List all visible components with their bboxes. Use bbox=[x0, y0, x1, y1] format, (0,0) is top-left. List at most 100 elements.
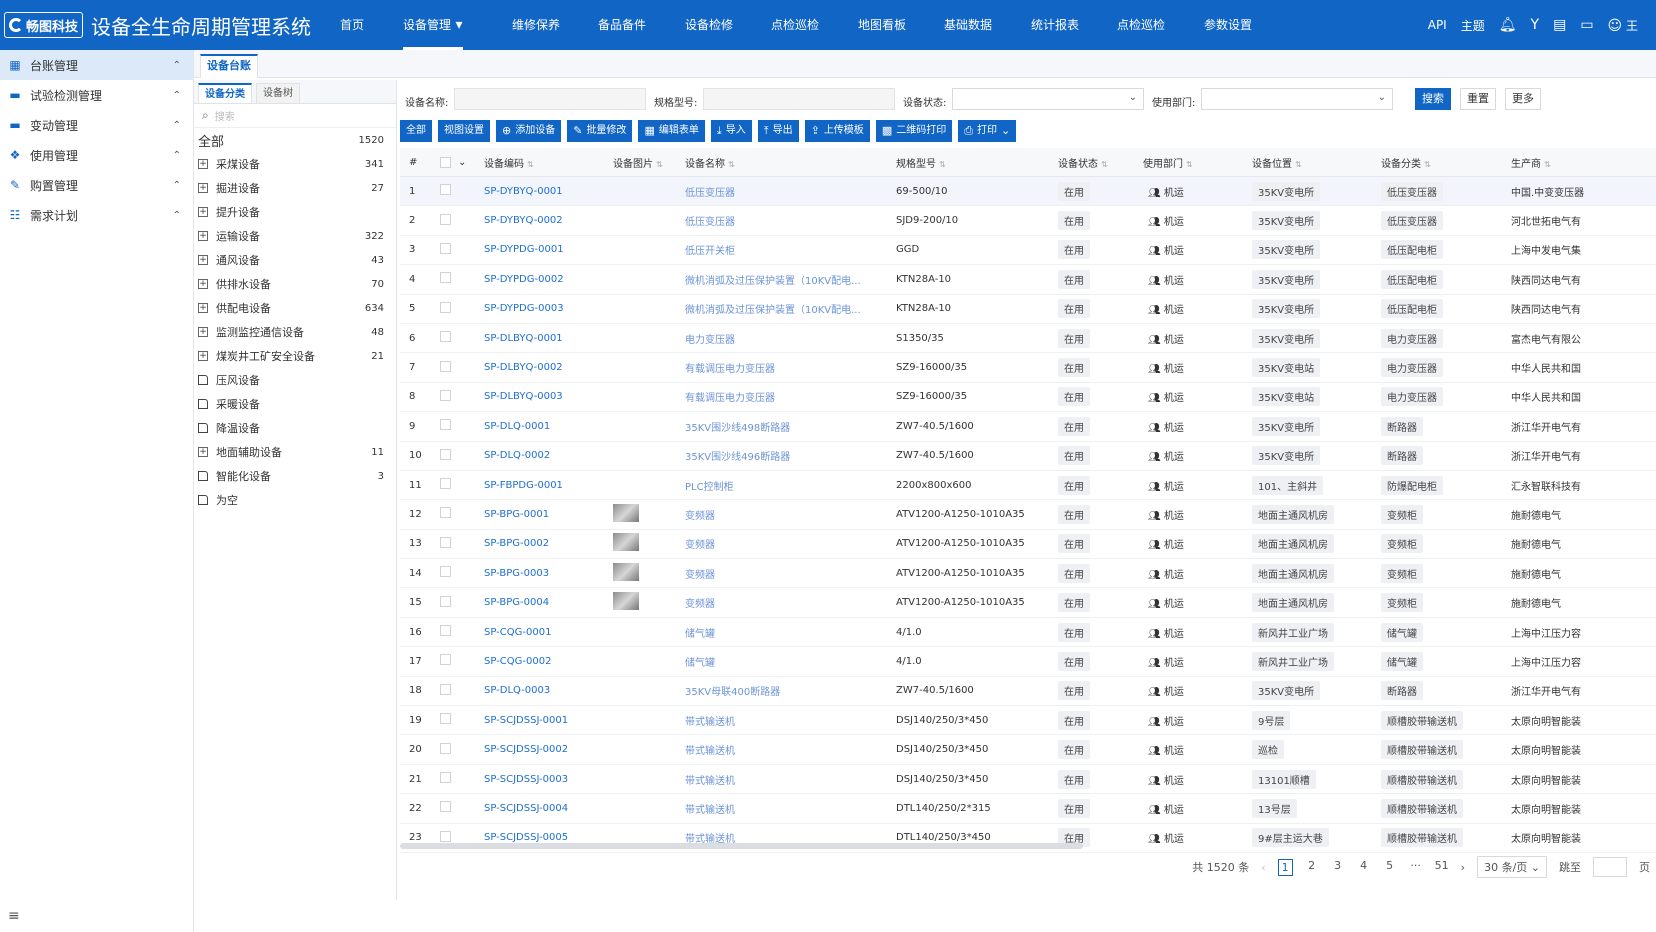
nav-item-1[interactable]: 设备管理 ▾ bbox=[403, 0, 463, 50]
equipment-name-link[interactable]: 变频器 bbox=[685, 507, 715, 522]
expand-icon[interactable]: + bbox=[198, 279, 208, 289]
equipment-name-link[interactable]: 低压变压器 bbox=[685, 184, 735, 199]
table-row[interactable]: 17 SP-CQG-0002 储气罐 4/1.0 在用 👥︎ 机运 新风井工业广场 储气罐 上海… bbox=[400, 647, 1656, 677]
sidebar-item-0[interactable]: ▦ 台账管理 ⌃ bbox=[0, 50, 193, 80]
tree-node[interactable]: + 供配电设备 634 bbox=[194, 296, 396, 320]
chevron-down-icon[interactable]: ⌄ bbox=[458, 157, 466, 168]
select-all-checkbox[interactable] bbox=[440, 157, 451, 171]
expand-icon[interactable]: + bbox=[198, 231, 208, 241]
tree-node[interactable]: + 掘进设备 27 bbox=[194, 176, 396, 200]
equipment-name-link[interactable]: 带式输送机 bbox=[685, 801, 735, 816]
status-select[interactable]: ⌄ bbox=[952, 88, 1144, 110]
equipment-code-link[interactable]: SP-BPG-0004 bbox=[484, 597, 549, 608]
row-checkbox[interactable] bbox=[440, 683, 451, 698]
equipment-name-link[interactable]: 带式输送机 bbox=[685, 713, 735, 728]
add-equipment-button[interactable]: ⊕ 添加设备 bbox=[496, 120, 562, 142]
sidebar-item-2[interactable]: ▬ 变动管理 ⌃ bbox=[0, 110, 193, 140]
page-number[interactable]: ··· bbox=[1409, 859, 1423, 876]
equipment-name-link[interactable]: 带式输送机 bbox=[685, 772, 735, 787]
expand-icon[interactable]: + bbox=[198, 351, 208, 361]
expand-icon[interactable]: + bbox=[198, 447, 208, 457]
table-row[interactable]: 13 SP-BPG-0002 变频器 ATV1200-A1250-1010A35 在用 👥… bbox=[400, 530, 1656, 560]
qrcode-print-button[interactable]: ▩ 二维码打印 bbox=[875, 120, 953, 142]
nav-item-4[interactable]: 设备检修 bbox=[685, 0, 733, 50]
tree-node[interactable]: + 地面辅助设备 11 bbox=[194, 440, 396, 464]
equipment-code-link[interactable]: SP-SCJDSSJ-0004 bbox=[484, 803, 568, 814]
row-checkbox[interactable] bbox=[440, 654, 451, 668]
table-row[interactable]: 18 SP-DLQ-0003 35KV母联400断路器 ZW7-40.5/1600 在用… bbox=[400, 677, 1656, 707]
equipment-code-link[interactable]: SP-BPG-0003 bbox=[484, 568, 549, 579]
tree-node[interactable]: + 提升设备 bbox=[194, 200, 396, 224]
equipment-thumbnail[interactable] bbox=[613, 562, 639, 584]
expand-icon[interactable]: + bbox=[198, 159, 208, 169]
reset-button[interactable]: 重置 bbox=[1460, 88, 1496, 110]
sidebar-item-4[interactable]: ✎ 购置管理 ⌃ bbox=[0, 170, 193, 200]
sidebar-item-3[interactable]: ❖ 使用管理 ⌃ bbox=[0, 140, 193, 170]
col-category[interactable]: 设备分类 ⇅ bbox=[1381, 155, 1431, 170]
equipment-name-link[interactable]: 低压变压器 bbox=[685, 213, 735, 228]
model-filter-input[interactable] bbox=[703, 88, 895, 110]
tree-node[interactable]: + 采煤设备 341 bbox=[194, 152, 396, 176]
equipment-name-link[interactable]: 有载调压电力变压器 bbox=[685, 360, 775, 375]
tree-node[interactable]: + 运输设备 322 bbox=[194, 224, 396, 248]
tree-node[interactable]: + 监测监控通信设备 48 bbox=[194, 320, 396, 344]
equipment-code-link[interactable]: SP-DYPDG-0002 bbox=[484, 274, 564, 285]
equipment-code-link[interactable]: SP-DLBYQ-0002 bbox=[484, 362, 563, 373]
equipment-thumbnail[interactable] bbox=[613, 592, 639, 613]
page-size-select[interactable]: 30 条/页 ⌄ bbox=[1477, 856, 1547, 878]
page-number[interactable]: 51 bbox=[1435, 859, 1449, 876]
collapse-menu-icon[interactable]: ≡ bbox=[8, 908, 20, 924]
page-number[interactable]: 4 bbox=[1357, 859, 1371, 876]
row-checkbox[interactable] bbox=[440, 419, 451, 433]
table-row[interactable]: 7 SP-DLBYQ-0002 有载调压电力变压器 SZ9-16000/35 在用 👥︎ … bbox=[400, 353, 1656, 383]
row-checkbox[interactable] bbox=[440, 301, 451, 316]
col-image[interactable]: 设备图片 ⇅ bbox=[613, 155, 663, 170]
equipment-name-link[interactable]: 低压开关柜 bbox=[685, 242, 735, 257]
sidebar-item-5[interactable]: ☷ 需求计划 ⌃ bbox=[0, 200, 193, 230]
page-number[interactable]: 1 bbox=[1277, 858, 1293, 876]
table-row[interactable]: 15 SP-BPG-0004 变频器 ATV1200-A1250-1010A35 在用 👥… bbox=[400, 588, 1656, 618]
nav-item-9[interactable]: 点检巡检 bbox=[1117, 0, 1165, 50]
nav-item-10[interactable]: 参数设置 bbox=[1204, 0, 1252, 50]
nav-item-3[interactable]: 备品备件 bbox=[598, 0, 646, 50]
row-checkbox[interactable] bbox=[440, 772, 451, 786]
row-checkbox[interactable] bbox=[440, 536, 451, 551]
equipment-code-link[interactable]: SP-DLBYQ-0001 bbox=[484, 333, 563, 344]
equipment-code-link[interactable]: SP-CQG-0001 bbox=[484, 627, 551, 638]
row-checkbox[interactable] bbox=[440, 801, 451, 815]
tab-equipment-tree[interactable]: 设备树 bbox=[256, 83, 300, 103]
equipment-name-link[interactable]: 35KV母联400断路器 bbox=[685, 683, 780, 698]
equipment-code-link[interactable]: SP-DLBYQ-0003 bbox=[484, 391, 563, 402]
table-row[interactable]: 22 SP-SCJDSSJ-0004 带式输送机 DTL140/250/2*315 在用… bbox=[400, 794, 1656, 824]
tree-search-input[interactable]: ⌕ 搜索 bbox=[194, 104, 396, 128]
row-checkbox[interactable] bbox=[440, 507, 451, 521]
equipment-thumbnail[interactable] bbox=[613, 533, 639, 554]
next-page-icon[interactable]: › bbox=[1461, 861, 1465, 874]
equipment-name-link[interactable]: PLC控制柜 bbox=[685, 478, 734, 493]
tree-node[interactable]: + 煤炭井工矿安全设备 21 bbox=[194, 344, 396, 368]
table-row[interactable]: 1 SP-DYBYQ-0001 低压变压器 69-500/10 在用 👥︎ 机运 35KV变… bbox=[400, 177, 1656, 207]
col-manufacturer[interactable]: 生产商 ⇅ bbox=[1511, 155, 1551, 170]
equipment-name-link[interactable]: 变频器 bbox=[685, 536, 715, 551]
equipment-name-link[interactable]: 储气罐 bbox=[685, 654, 715, 669]
equipment-code-link[interactable]: SP-SCJDSSJ-0003 bbox=[484, 774, 568, 785]
equipment-code-link[interactable]: SP-DLQ-0002 bbox=[484, 450, 550, 461]
horizontal-scrollbar[interactable] bbox=[400, 843, 1083, 849]
row-checkbox[interactable] bbox=[440, 331, 451, 345]
expand-icon[interactable]: + bbox=[198, 303, 208, 313]
equipment-name-link[interactable]: 电力变压器 bbox=[685, 331, 735, 346]
equipment-name-link[interactable]: 储气罐 bbox=[685, 625, 715, 640]
equipment-name-link[interactable]: 35KV围沙线496断路器 bbox=[685, 448, 790, 463]
tree-node[interactable]: + 供排水设备 70 bbox=[194, 272, 396, 296]
expand-icon[interactable]: + bbox=[198, 207, 208, 217]
row-checkbox[interactable] bbox=[440, 742, 451, 757]
equipment-name-link[interactable]: 35KV围沙线498断路器 bbox=[685, 419, 790, 434]
prev-page-icon[interactable]: ‹ bbox=[1261, 861, 1265, 874]
table-row[interactable]: 20 SP-SCJDSSJ-0002 带式输送机 DSJ140/250/3*450 在用… bbox=[400, 735, 1656, 765]
table-row[interactable]: 10 SP-DLQ-0002 35KV围沙线496断路器 ZW7-40.5/1600 在… bbox=[400, 442, 1656, 471]
table-row[interactable]: 8 SP-DLBYQ-0003 有载调压电力变压器 SZ9-16000/35 在用 👥︎ … bbox=[400, 383, 1656, 413]
tree-node-all[interactable]: 全部 1520 bbox=[194, 128, 396, 152]
expand-icon[interactable]: + bbox=[198, 327, 208, 337]
nav-item-2[interactable]: 维修保养 bbox=[512, 0, 560, 50]
user-menu[interactable]: ☺ 王 bbox=[1608, 17, 1638, 34]
